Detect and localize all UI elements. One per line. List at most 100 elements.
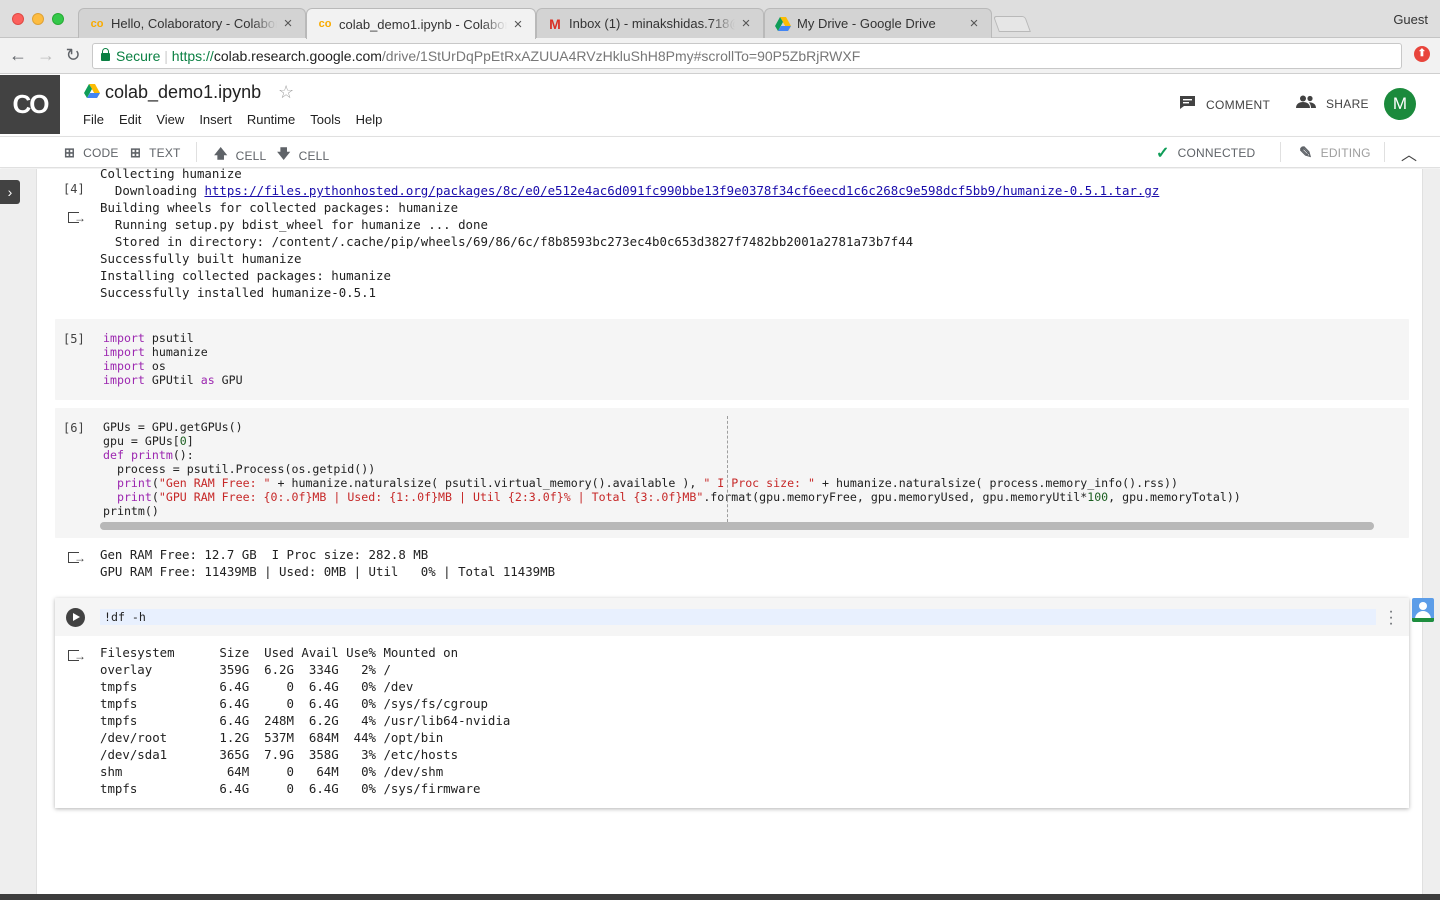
move-cell-down-button[interactable]: 🡇 CELL — [277, 145, 329, 167]
tab-close-icon[interactable]: × — [739, 15, 753, 32]
menu-view[interactable]: View — [156, 112, 184, 127]
add-code-cell-button[interactable]: ⊞ CODE — [64, 145, 119, 161]
cell-7-code[interactable]: !df -h — [104, 610, 146, 624]
builtin: print — [116, 490, 152, 504]
code-text: process = psutil.Process(os.getpid()) — [103, 462, 376, 476]
user-avatar[interactable]: M — [1384, 88, 1416, 120]
code-text: !df -h — [104, 610, 146, 624]
forward-arrow-icon[interactable]: → — [36, 45, 56, 65]
sidebar-toggle-chevron-right-icon[interactable]: › — [0, 180, 20, 204]
menu-bar: File Edit View Insert Runtime Tools Help — [83, 112, 397, 127]
output-line: tmpfs 6.4G 0 6.4G 0% /dev — [100, 679, 414, 694]
share-button[interactable]: SHARE — [1296, 95, 1369, 113]
tab-close-icon[interactable]: × — [967, 15, 981, 32]
browser-tab-colab-demo[interactable]: co colab_demo1.ipynb - Colaborat × — [306, 8, 536, 39]
run-cell-play-icon[interactable] — [66, 608, 85, 627]
code-text: humanize — [144, 345, 208, 359]
code-text: ( — [151, 476, 159, 490]
plus-box-icon: ⊞ — [64, 145, 76, 160]
url-path: /drive/1StUrDqPpEtRxAZUUA4RVzHkluShH8Pmy… — [381, 48, 861, 64]
drive-icon[interactable] — [84, 84, 100, 98]
output-icon[interactable]: → — [68, 550, 86, 566]
notebook-title[interactable]: colab_demo1.ipynb — [105, 82, 261, 103]
output-line: tmpfs 6.4G 248M 6.2G 4% /usr/lib64-nvidi… — [100, 713, 511, 728]
url-host: colab.research.google.com — [213, 48, 382, 64]
cell-6-output: Gen RAM Free: 12.7 GB I Proc size: 282.8… — [100, 546, 555, 580]
builtin: print — [116, 476, 152, 490]
toolbar-divider — [1280, 142, 1281, 162]
output-line: Stored in directory: /content/.cache/pip… — [100, 234, 914, 249]
address-bar[interactable]: Secure | https://colab.research.google.c… — [92, 43, 1402, 69]
right-gutter — [1422, 169, 1440, 894]
tab-close-icon[interactable]: × — [511, 16, 525, 33]
code-text: GPUtil — [144, 373, 201, 387]
menu-edit[interactable]: Edit — [119, 112, 141, 127]
tab-title: colab_demo1.ipynb - Colaborat — [339, 16, 507, 32]
new-tab-button[interactable] — [993, 16, 1031, 32]
url-scheme: https:// — [171, 48, 214, 64]
guest-profile-label[interactable]: Guest — [1393, 12, 1428, 27]
menu-help[interactable]: Help — [356, 112, 383, 127]
browser-tab-gmail[interactable]: M Inbox (1) - minakshidas.718@g × — [536, 8, 764, 38]
reload-icon[interactable]: ↻ — [63, 45, 83, 65]
colab-logo[interactable]: CO — [0, 75, 60, 134]
code-text: os — [144, 359, 166, 373]
output-line: Successfully built humanize — [100, 251, 302, 266]
keyword: def — [103, 448, 124, 462]
comment-button[interactable]: COMMENT — [1179, 95, 1270, 115]
back-arrow-icon[interactable]: ← — [8, 45, 28, 65]
window-zoom-button[interactable] — [52, 13, 64, 25]
cell-7-output: Filesystem Size Used Avail Use% Mounted … — [100, 644, 510, 797]
add-text-cell-button[interactable]: ⊞ TEXT — [130, 145, 181, 161]
editing-mode-button[interactable]: ✎ EDITING — [1299, 143, 1371, 163]
tab-close-icon[interactable]: × — [281, 15, 295, 32]
cell-6-code[interactable]: GPUs = GPU.getGPUs() gpu = GPUs[0] def p… — [103, 420, 1403, 518]
string-literal: " I Proc size: " — [703, 476, 815, 490]
menu-tools[interactable]: Tools — [310, 112, 340, 127]
function-name: printm — [130, 448, 173, 462]
menu-file[interactable]: File — [83, 112, 104, 127]
code-text: printm() — [103, 504, 159, 518]
execution-count: [5] — [63, 332, 85, 346]
bottom-status-bar — [0, 894, 1440, 900]
move-cell-up-button[interactable]: 🡅 CELL — [214, 145, 266, 167]
browser-tab-hello-colab[interactable]: co Hello, Colaboratory - Colabora × — [78, 8, 306, 38]
code-text: ] — [186, 434, 194, 448]
window-minimize-button[interactable] — [32, 13, 44, 25]
checkmark-icon: ✓ — [1156, 145, 1170, 162]
output-icon[interactable]: → — [68, 210, 86, 226]
menu-insert[interactable]: Insert — [199, 112, 232, 127]
output-line: tmpfs 6.4G 0 6.4G 0% /sys/firmware — [100, 781, 481, 796]
horizontal-scrollbar-thumb[interactable] — [100, 522, 1374, 530]
code-text: psutil — [144, 331, 194, 345]
browser-tab-drive[interactable]: My Drive - Google Drive × — [764, 8, 992, 38]
star-icon[interactable]: ☆ — [278, 82, 294, 103]
output-line: Gen RAM Free: 12.7 GB I Proc size: 282.8… — [100, 547, 429, 562]
execution-count: [6] — [63, 421, 85, 435]
active-line-highlight[interactable] — [100, 609, 1376, 625]
cell-more-options-icon[interactable]: · · · — [1388, 604, 1394, 632]
output-icon[interactable]: → — [68, 648, 86, 664]
cell-down-label: CELL — [298, 149, 330, 163]
arrow-down-icon: 🡇 — [277, 146, 291, 161]
download-link[interactable]: https://files.pythonhosted.org/packages/… — [204, 183, 1159, 198]
tab-title: Hello, Colaboratory - Colabora — [111, 16, 277, 31]
left-gutter — [0, 169, 37, 894]
extension-icon[interactable]: ⬆ — [1414, 46, 1430, 62]
connection-status[interactable]: ✓ CONNECTED — [1156, 143, 1255, 163]
cell-up-label: CELL — [235, 149, 267, 163]
code-text: GPUs = GPU.getGPUs() — [103, 420, 243, 434]
output-line: Installing collected packages: humanize — [100, 268, 391, 283]
editing-label: EDITING — [1320, 146, 1371, 160]
code-cell-5[interactable] — [55, 319, 1409, 400]
menu-runtime[interactable]: Runtime — [247, 112, 295, 127]
collapse-header-chevron-up-icon[interactable]: ︿ — [1401, 141, 1417, 165]
cell-5-code[interactable]: import psutil import humanize import os … — [103, 331, 243, 387]
collaborator-person-icon[interactable] — [1412, 598, 1434, 622]
text-label: TEXT — [149, 146, 181, 160]
window-close-button[interactable] — [12, 13, 24, 25]
number-literal: 0 — [179, 434, 187, 448]
output-line: overlay 359G 6.2G 334G 2% / — [100, 662, 391, 677]
